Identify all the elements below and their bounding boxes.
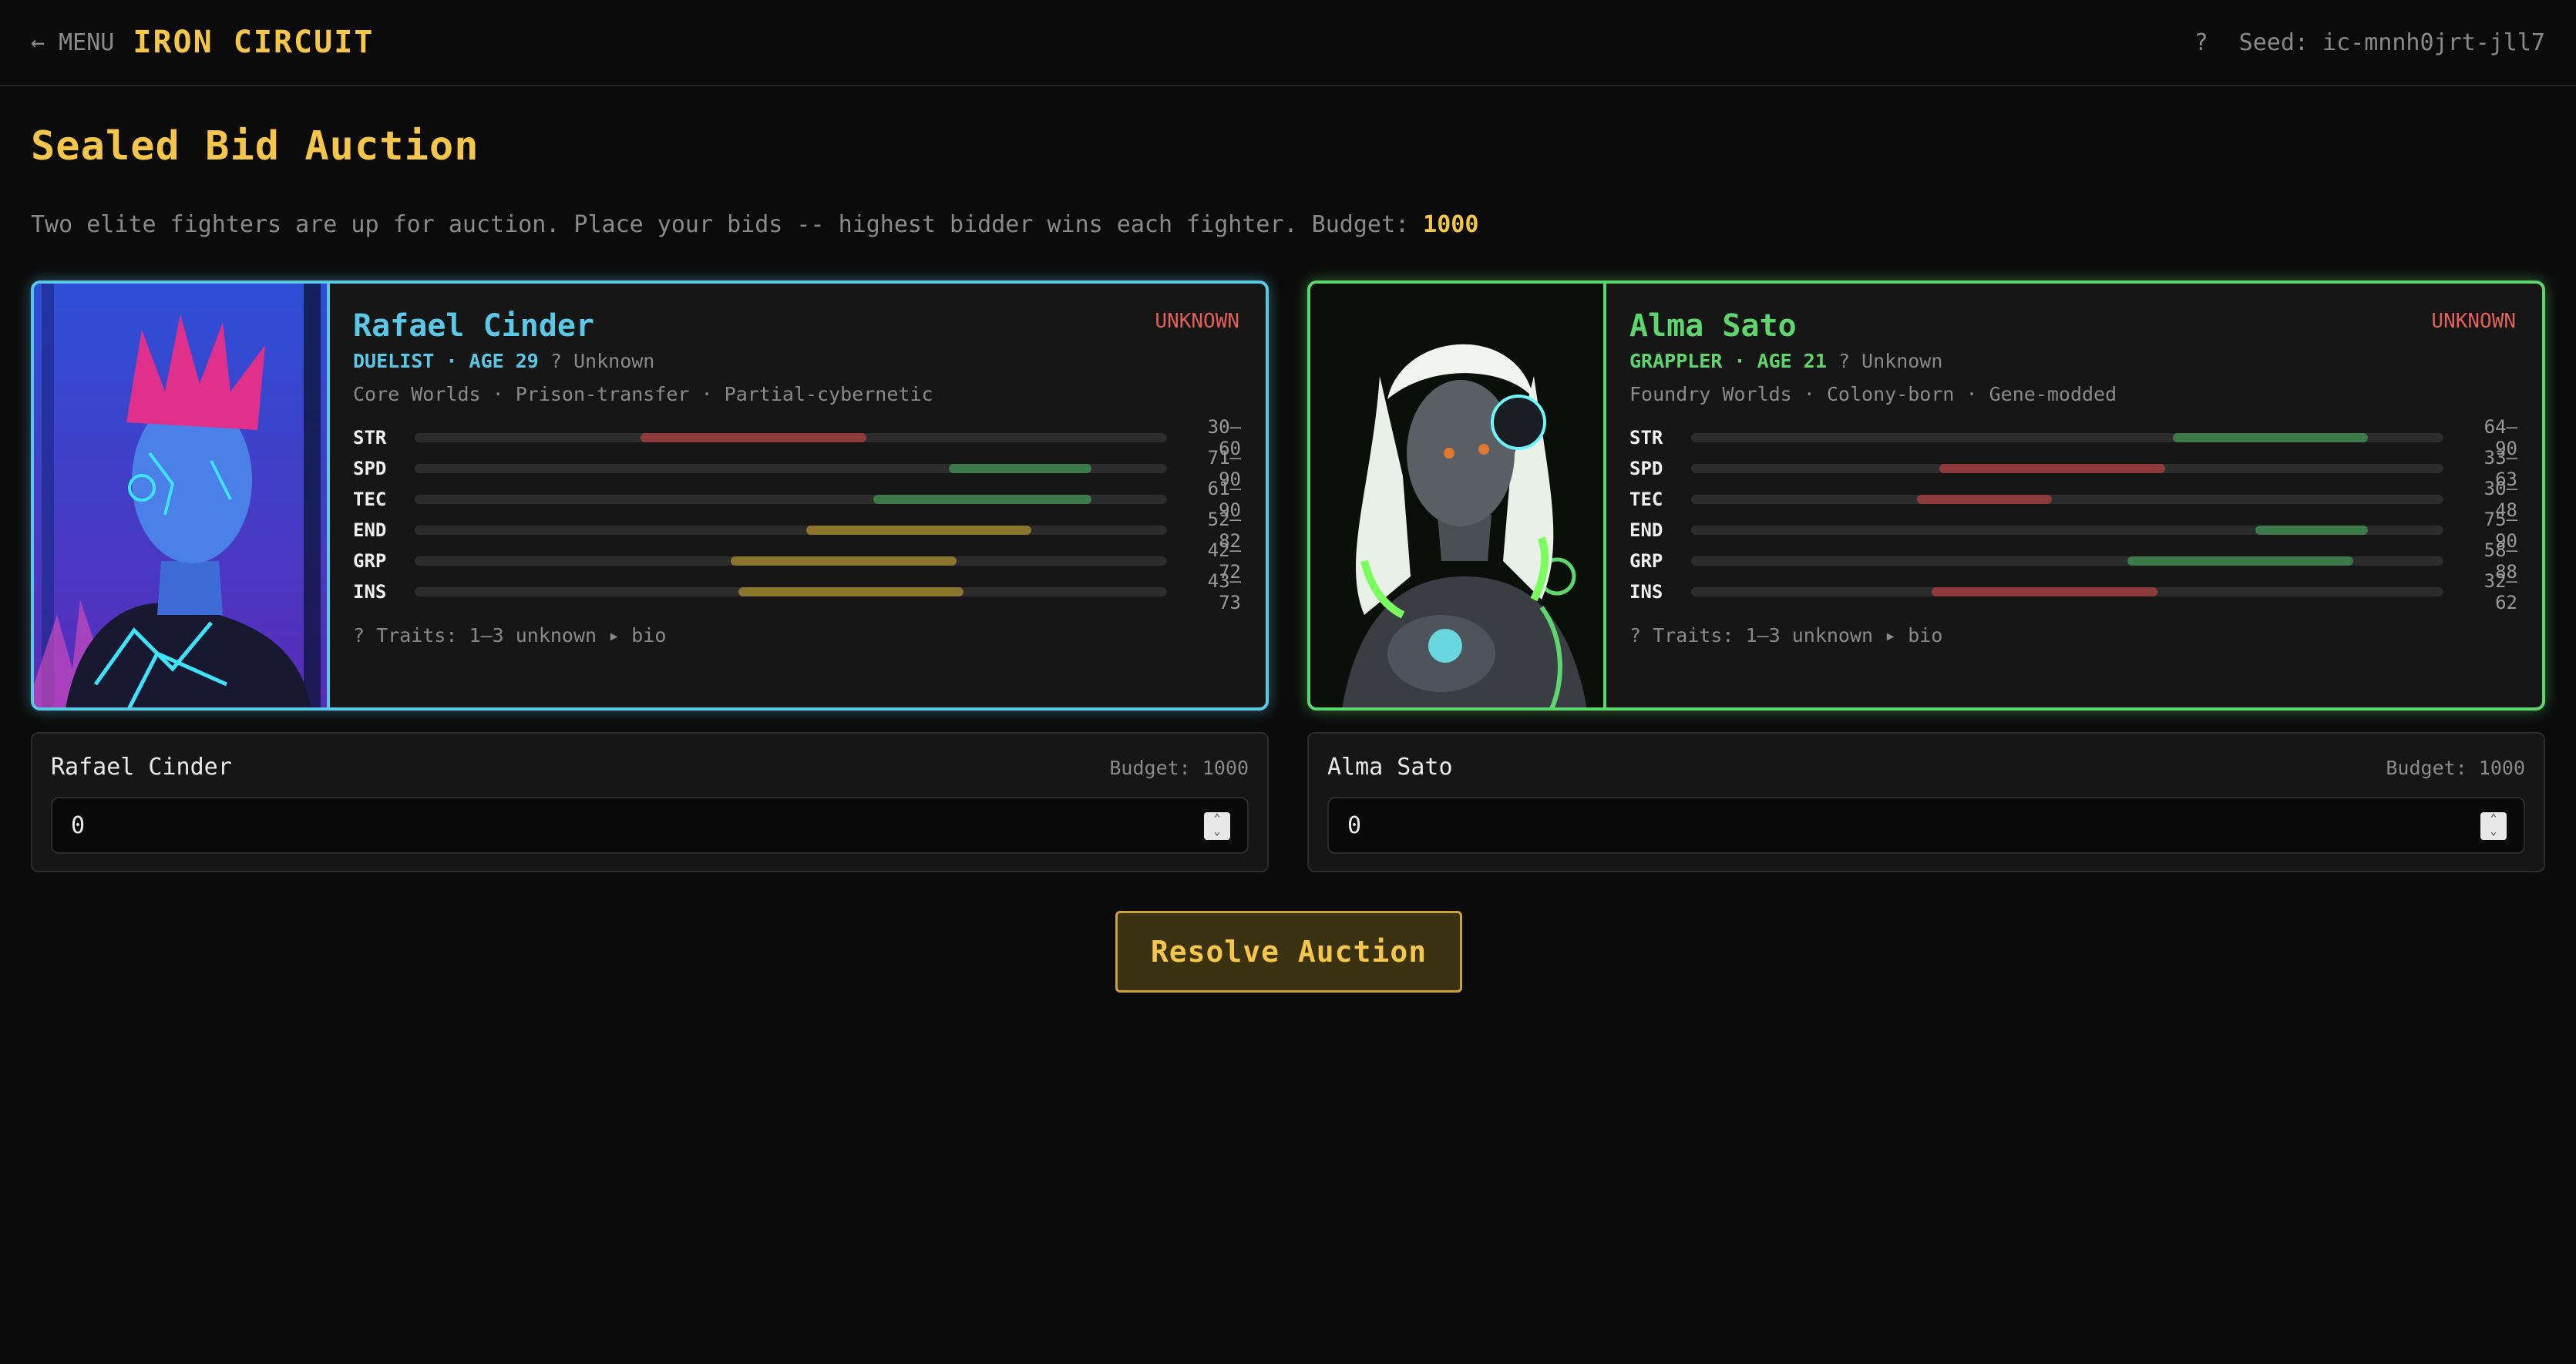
stat-row-str: STR 64–90 xyxy=(1629,416,2517,459)
stat-bar-fill xyxy=(948,464,1092,473)
top-bar: ← MENU IRON CIRCUIT ? Seed: ic-mnnh0jrt-… xyxy=(0,0,2576,86)
fighter-origin: Core Worlds · Prison-transfer · Partial-… xyxy=(353,383,933,405)
fighter-unknown-note: ? Unknown xyxy=(1838,350,1943,372)
stat-bar-fill xyxy=(873,495,1092,504)
stat-label: TEC xyxy=(1629,489,1663,510)
stat-range: 32–62 xyxy=(2484,570,2517,613)
fighter-card-alma-sato: UNKNOWN Alma Sato GRAPPLER · AGE 21 ? Un… xyxy=(1307,281,2545,711)
fighter-info: UNKNOWN Rafael Cinder DUELIST · AGE 29 ?… xyxy=(330,284,1266,707)
stat-list: STR 64–90 SPD 33–63 TEC 30–48 END 75–90 GRP 58–88… xyxy=(1629,416,2517,613)
stat-bar-fill xyxy=(2255,526,2369,535)
stat-label: END xyxy=(353,519,387,541)
fighter-portrait-alma xyxy=(1310,284,1606,707)
fighter-name: Alma Sato xyxy=(1629,308,1797,344)
stat-bar-track xyxy=(415,433,1167,442)
stat-label: SPD xyxy=(353,458,387,479)
traits-link[interactable]: ? Traits: 1–3 unknown ▸ bio xyxy=(353,624,1241,647)
stat-bar-fill xyxy=(2127,556,2353,566)
stat-bar-track xyxy=(415,495,1167,504)
bid-budget-label: Budget: 1000 xyxy=(2386,757,2525,779)
fighter-portrait-image xyxy=(34,284,327,707)
stat-row-grp: GRP 58–88 xyxy=(1629,539,2517,583)
bid-budget-label: Budget: 1000 xyxy=(1109,757,1249,779)
fighter-class-age: DUELIST · AGE 29 xyxy=(353,350,539,372)
fighter-name: Rafael Cinder xyxy=(353,308,595,344)
app-title: IRON CIRCUIT xyxy=(133,25,375,60)
stat-list: STR 30–60 SPD 71–90 TEC 61–90 END 52–82 GRP 42–72… xyxy=(353,416,1241,613)
stat-bar-track xyxy=(415,526,1167,535)
stat-bar-track xyxy=(1691,556,2443,566)
stat-label: INS xyxy=(353,581,387,603)
fighter-origin: Foundry Worlds · Colony-born · Gene-modd… xyxy=(1629,383,2117,405)
bid-panel-rafael: Rafael Cinder Budget: 1000 ⌃⌄ xyxy=(31,732,1269,872)
stat-bar-track xyxy=(1691,587,2443,596)
menu-back-link[interactable]: ← MENU xyxy=(31,29,114,56)
stat-label: GRP xyxy=(1629,550,1663,572)
fighter-info: UNKNOWN Alma Sato GRAPPLER · AGE 21 ? Un… xyxy=(1606,284,2542,707)
stat-row-grp: GRP 42–72 xyxy=(353,539,1241,583)
stat-label: SPD xyxy=(1629,458,1663,479)
page-title: Sealed Bid Auction xyxy=(31,123,479,170)
stat-label: STR xyxy=(1629,427,1663,449)
stat-bar-fill xyxy=(1939,464,2165,473)
resolve-auction-button[interactable]: Resolve Auction xyxy=(1115,911,1462,993)
bid-input[interactable] xyxy=(51,797,1249,854)
stat-bar-fill xyxy=(1916,495,2053,504)
fighter-class-age: GRAPPLER · AGE 21 xyxy=(1629,350,1827,372)
stat-bar-fill xyxy=(805,526,1032,535)
stat-bar-track xyxy=(415,464,1167,473)
stat-bar-fill xyxy=(2172,433,2369,442)
intro-sentence: Two elite fighters are up for auction. P… xyxy=(31,211,1410,238)
stat-row-spd: SPD 33–63 xyxy=(1629,447,2517,490)
bid-stepper-icon[interactable]: ⌃ ⌄ xyxy=(1204,812,1230,840)
stat-bar-fill xyxy=(738,587,964,596)
stat-label: END xyxy=(1629,519,1663,541)
fighter-subline: GRAPPLER · AGE 21 ? Unknown xyxy=(1629,350,2517,372)
stat-row-str: STR 30–60 xyxy=(353,416,1241,459)
stat-bar-track xyxy=(1691,433,2443,442)
bid-input[interactable] xyxy=(1327,797,2525,854)
traits-link[interactable]: ? Traits: 1–3 unknown ▸ bio xyxy=(1629,624,2517,647)
fighter-portrait-image xyxy=(1310,284,1603,707)
status-badge: UNKNOWN xyxy=(1155,310,1239,333)
stat-bar-track xyxy=(415,587,1167,596)
stat-label: TEC xyxy=(353,489,387,510)
help-button[interactable]: ? xyxy=(2194,29,2208,56)
stat-bar-fill xyxy=(730,556,957,566)
budget-value: 1000 xyxy=(1423,211,1479,238)
fighter-subline: DUELIST · AGE 29 ? Unknown xyxy=(353,350,1241,372)
fighter-portrait-rafael xyxy=(34,284,330,707)
top-bar-right: ? Seed: ic-mnnh0jrt-jll7 xyxy=(2194,29,2545,56)
stat-row-spd: SPD 71–90 xyxy=(353,447,1241,490)
stat-bar-track xyxy=(1691,495,2443,504)
stat-label: STR xyxy=(353,427,387,449)
stat-range: 43–73 xyxy=(1207,570,1241,613)
stat-bar-fill xyxy=(640,433,866,442)
stat-bar-track xyxy=(1691,464,2443,473)
intro-text: Two elite fighters are up for auction. P… xyxy=(31,211,1478,238)
stat-row-tec: TEC 30–48 xyxy=(1629,478,2517,521)
bid-fighter-label: Alma Sato xyxy=(1327,754,1453,781)
seed-label: Seed: ic-mnnh0jrt-jll7 xyxy=(2238,29,2545,56)
stat-row-tec: TEC 61–90 xyxy=(353,478,1241,521)
bid-stepper-icon[interactable]: ⌃ ⌄ xyxy=(2480,812,2507,840)
bid-fighter-label: Rafael Cinder xyxy=(51,754,232,781)
fighter-card-rafael-cinder: UNKNOWN Rafael Cinder DUELIST · AGE 29 ?… xyxy=(31,281,1269,711)
status-badge: UNKNOWN xyxy=(2431,310,2516,333)
bid-panel-alma: Alma Sato Budget: 1000 ⌃⌄ xyxy=(1307,732,2545,872)
stat-row-end: END 52–82 xyxy=(353,509,1241,552)
stat-label: INS xyxy=(1629,581,1663,603)
fighter-unknown-note: ? Unknown xyxy=(550,350,655,372)
stat-bar-fill xyxy=(1932,587,2158,596)
stat-row-end: END 75–90 xyxy=(1629,509,2517,552)
stat-bar-track xyxy=(415,556,1167,566)
stat-label: GRP xyxy=(353,550,387,572)
stat-row-ins: INS 43–73 xyxy=(353,570,1241,613)
stat-row-ins: INS 32–62 xyxy=(1629,570,2517,613)
top-bar-left: ← MENU IRON CIRCUIT xyxy=(31,25,374,60)
stat-bar-track xyxy=(1691,526,2443,535)
